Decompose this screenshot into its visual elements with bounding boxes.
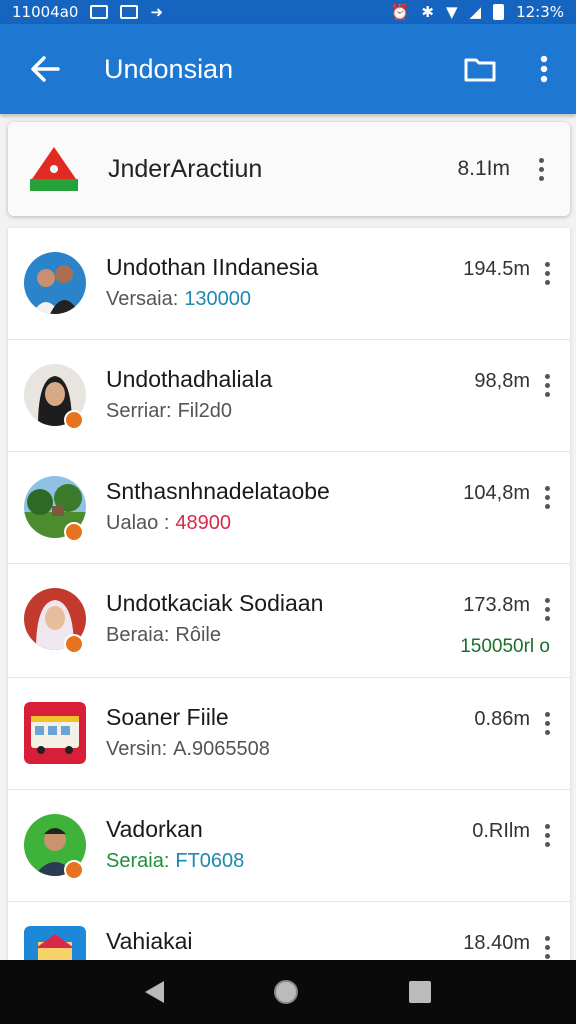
item-version-label: Ualao : <box>106 512 170 534</box>
header-card-size: 8.1Im <box>457 157 510 180</box>
header-card-menu-icon[interactable] <box>528 157 554 181</box>
nav-recents-icon[interactable] <box>408 981 431 1003</box>
image-icon <box>90 5 109 19</box>
item-title: Undothadhaliala <box>106 366 273 392</box>
avatar <box>24 252 86 314</box>
item-version-value: 48900 <box>175 512 231 534</box>
item-size: 104,8m <box>463 482 530 504</box>
item-size: 0.86m <box>474 708 530 730</box>
item-version-label: Versin: <box>106 738 168 760</box>
battery-icon <box>493 4 505 20</box>
item-subtitle: Ualao :48900 <box>106 512 231 535</box>
list-item[interactable]: Snthasnhnadelataobe Ualao :48900 104,8m <box>8 452 570 564</box>
item-title: Snthasnhnadelataobe <box>106 478 330 504</box>
item-menu-icon[interactable] <box>534 936 560 959</box>
nav-back-icon[interactable] <box>145 981 165 1003</box>
folder-icon <box>464 58 496 82</box>
item-menu-icon[interactable] <box>534 486 560 509</box>
back-button[interactable] <box>0 24 90 114</box>
item-version-label: Seraia: <box>106 850 170 872</box>
list-item[interactable]: Undothan IIndanesia Versaia: 130000 194.5… <box>8 228 570 340</box>
app-bar: Undonsian <box>0 24 576 114</box>
page-title: Undonsian <box>104 53 234 84</box>
navigation-bar <box>0 960 576 1024</box>
header-card-title: JnderAractiun <box>108 154 263 183</box>
list-item[interactable]: Vahiakai 18.40m <box>8 902 570 960</box>
app-icon <box>24 926 86 960</box>
item-subtitle: Beraia: Rôile <box>106 624 221 647</box>
status-time: 12:3% <box>516 3 564 21</box>
photo-icon <box>120 5 139 19</box>
alarm-icon: ⏰ <box>390 3 410 21</box>
header-card[interactable]: JnderAractiun 8.1Im <box>8 122 570 216</box>
status-left-text: 11004a0 <box>12 3 79 21</box>
item-menu-icon[interactable] <box>534 712 560 735</box>
list-item[interactable]: Soaner Fiile Versin: A.9065508 0.86m <box>8 678 570 790</box>
item-menu-icon[interactable] <box>534 598 560 621</box>
item-subtitle: Serriar: Fil2d0 <box>106 400 232 423</box>
item-subtitle: Versin: A.9065508 <box>106 738 270 761</box>
item-menu-icon[interactable] <box>534 824 560 847</box>
list-item[interactable]: Undotkaciak Sodiaan Beraia: Rôile 173.8m … <box>8 564 570 678</box>
status-badge <box>64 410 84 430</box>
more-options-button[interactable] <box>512 24 576 114</box>
item-subtitle: Versaia: 130000 <box>106 288 251 311</box>
item-version-value: A.9065508 <box>173 738 270 760</box>
forward-arrow-icon: ➜ <box>150 3 164 21</box>
item-size: 173.8m <box>463 594 530 616</box>
item-version-value: 130000 <box>184 288 252 310</box>
folder-button[interactable] <box>448 24 512 114</box>
item-version-label: Serriar: <box>106 400 172 422</box>
item-version-label: Beraia: <box>106 624 170 646</box>
item-subtitle: Seraia: FT0608 <box>106 850 244 873</box>
wifi-icon: ▼ <box>445 3 458 21</box>
bus-app-icon <box>24 702 86 764</box>
status-badge <box>64 522 84 542</box>
back-arrow-icon <box>31 56 60 82</box>
item-title: Undotkaciak Sodiaan <box>106 590 324 616</box>
item-menu-icon[interactable] <box>534 262 560 285</box>
item-version-value: FT0608 <box>175 850 245 872</box>
bluetooth-icon: ✱ <box>421 3 434 21</box>
signal-icon: ◢ <box>469 3 482 21</box>
item-version-label: Versaia: <box>106 288 179 310</box>
item-size: 0.RIlm <box>472 820 530 842</box>
item-extra-status: 150050rl o <box>460 636 550 657</box>
item-version-value: Rôile <box>175 624 221 646</box>
item-size: 18.40m <box>463 932 530 954</box>
nav-home-icon[interactable] <box>274 980 299 1004</box>
item-version-value: Fil2d0 <box>177 400 233 422</box>
item-title: Soaner Fiile <box>106 704 229 730</box>
list-item[interactable]: Vadorkan Seraia: FT0608 0.RIlm <box>8 790 570 902</box>
app-logo-icon <box>30 147 78 191</box>
more-vert-icon <box>540 55 548 83</box>
item-size: 98,8m <box>474 370 530 392</box>
status-bar: 11004a0 ➜ ⏰ ✱ ▼ ◢ 12:3% <box>0 0 576 24</box>
item-title: Undothan IIndanesia <box>106 254 319 280</box>
item-title: Vahiakai <box>106 928 193 954</box>
status-badge <box>64 634 84 654</box>
item-title: Vadorkan <box>106 816 203 842</box>
item-size: 194.5m <box>463 258 530 280</box>
file-list: Undothan IIndanesia Versaia: 130000 194.5… <box>8 228 570 960</box>
item-menu-icon[interactable] <box>534 374 560 397</box>
list-item[interactable]: Undothadhaliala Serriar: Fil2d0 98,8m <box>8 340 570 452</box>
status-badge <box>64 860 84 880</box>
